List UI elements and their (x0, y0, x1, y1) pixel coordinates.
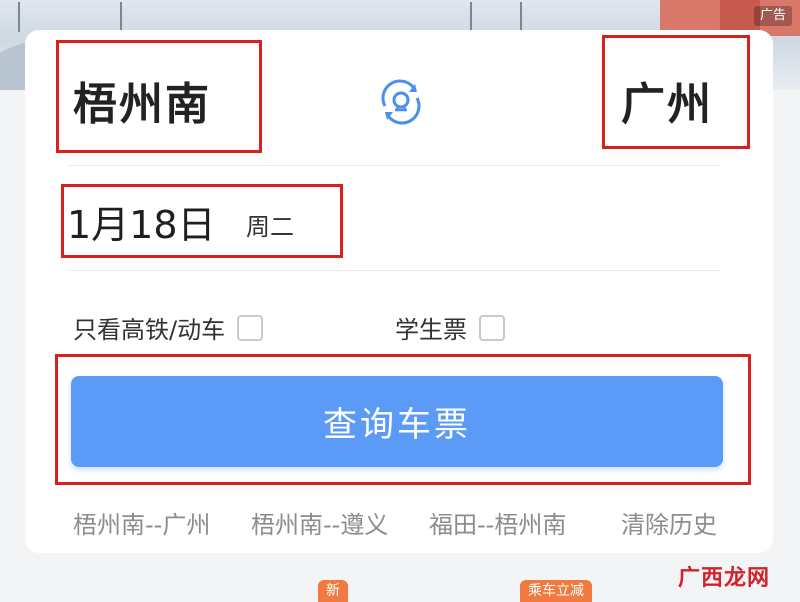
history-item[interactable]: 梧州南--遵义 (251, 505, 388, 540)
highlight-from-station (56, 40, 262, 153)
banner-tree (120, 2, 122, 32)
banner-tree (520, 2, 522, 32)
high-speed-only-label: 只看高铁/动车 (73, 316, 226, 344)
high-speed-only-option[interactable]: 只看高铁/动车 (73, 310, 264, 345)
history-item[interactable]: 梧州南--广州 (73, 505, 210, 540)
highlight-date (61, 184, 343, 258)
divider (67, 270, 721, 271)
swap-stations-icon[interactable] (375, 76, 427, 128)
promo-tag: 乘车立减 (520, 580, 592, 602)
divider (67, 165, 721, 166)
banner-tree (18, 2, 20, 32)
student-ticket-option[interactable]: 学生票 (395, 310, 505, 345)
high-speed-only-checkbox[interactable] (237, 314, 264, 341)
banner-tree (470, 2, 472, 32)
highlight-search-button (55, 354, 751, 485)
watermark: 广西龙网 (677, 566, 770, 591)
student-ticket-label: 学生票 (395, 316, 467, 344)
new-tag: 新 (318, 580, 348, 602)
ad-label: 广告 (753, 6, 792, 26)
student-ticket-checkbox[interactable] (479, 314, 505, 341)
highlight-to-station (602, 35, 750, 149)
history-item[interactable]: 福田--梧州南 (429, 505, 566, 540)
clear-history-button[interactable]: 清除历史 (621, 505, 717, 540)
